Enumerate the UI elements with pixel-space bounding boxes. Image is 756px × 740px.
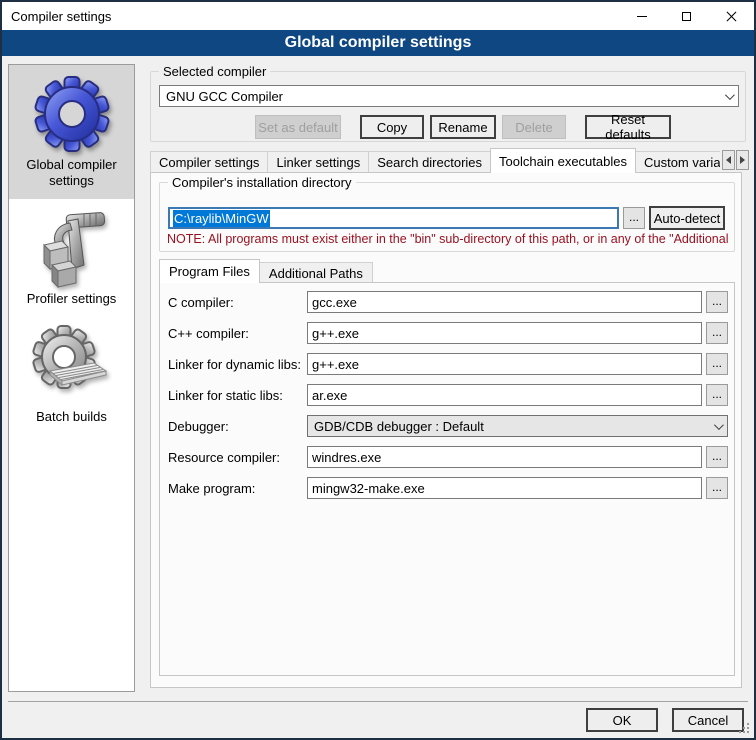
window-title: Compiler settings xyxy=(2,9,619,24)
c-compiler-row: C compiler: ... xyxy=(168,291,728,313)
install-directory-group: Compiler's installation directory C:\ray… xyxy=(159,182,735,252)
title-bar[interactable]: Compiler settings xyxy=(2,2,754,30)
tab-scroll-left-button[interactable] xyxy=(722,150,735,170)
triangle-right-icon xyxy=(740,156,745,164)
static-linker-browse-button[interactable]: ... xyxy=(706,384,728,406)
tab-search-directories[interactable]: Search directories xyxy=(368,151,491,173)
chevron-down-icon xyxy=(714,420,724,430)
set-as-default-button[interactable]: Set as default xyxy=(255,115,341,139)
delete-button[interactable]: Delete xyxy=(502,115,566,139)
resource-compiler-input[interactable] xyxy=(307,446,702,468)
compiler-select[interactable]: GNU GCC Compiler xyxy=(159,85,739,107)
toolchain-executables-page: Compiler's installation directory C:\ray… xyxy=(150,172,742,688)
program-files-page: C compiler: ... C++ compiler: ... Linker… xyxy=(159,282,735,676)
debugger-row: Debugger: GDB/CDB debugger : Default xyxy=(168,415,728,437)
tab-custom-variables[interactable]: Custom variables xyxy=(635,151,720,173)
compiler-settings-dialog: Compiler settings Global compiler settin… xyxy=(0,0,756,740)
make-program-row: Make program: ... xyxy=(168,477,728,499)
reset-defaults-button[interactable]: Reset defaults xyxy=(585,115,671,139)
cancel-button[interactable]: Cancel xyxy=(672,708,744,732)
sidebar-item-label: Batch builds xyxy=(11,409,132,425)
caliper-icon xyxy=(32,207,112,289)
auto-detect-button[interactable]: Auto-detect xyxy=(649,206,725,230)
copy-button[interactable]: Copy xyxy=(360,115,424,139)
close-icon xyxy=(726,11,737,22)
install-directory-input[interactable]: C:\raylib\MinGW xyxy=(168,207,619,229)
static-linker-label: Linker for static libs: xyxy=(168,388,307,403)
subtab-program-files[interactable]: Program Files xyxy=(159,259,260,283)
tab-linker-settings[interactable]: Linker settings xyxy=(267,151,369,173)
sidebar-item-profiler-settings[interactable]: Profiler settings xyxy=(9,199,134,317)
sidebar-item-label: Profiler settings xyxy=(11,291,132,307)
install-directory-group-label: Compiler's installation directory xyxy=(168,175,356,190)
programs-subtabstrip: Program Files Additional Paths xyxy=(159,259,372,283)
dynamic-linker-browse-button[interactable]: ... xyxy=(706,353,728,375)
sidebar-item-batch-builds[interactable]: Batch builds xyxy=(9,317,134,435)
tab-toolchain-executables[interactable]: Toolchain executables xyxy=(490,148,636,173)
caption-buttons xyxy=(619,2,754,30)
static-linker-row: Linker for static libs: ... xyxy=(168,384,728,406)
cpp-compiler-input[interactable] xyxy=(307,322,702,344)
debugger-select-value: GDB/CDB debugger : Default xyxy=(314,419,714,434)
c-compiler-input[interactable] xyxy=(307,291,702,313)
rename-button[interactable]: Rename xyxy=(430,115,496,139)
minimize-button[interactable] xyxy=(619,2,664,30)
settings-category-list: Global compiler settings xyxy=(8,64,135,692)
make-program-label: Make program: xyxy=(168,481,307,496)
c-compiler-browse-button[interactable]: ... xyxy=(706,291,728,313)
resource-compiler-row: Resource compiler: ... xyxy=(168,446,728,468)
selected-compiler-group-label: Selected compiler xyxy=(159,64,270,79)
blue-gear-icon xyxy=(32,73,112,155)
maximize-icon xyxy=(682,12,691,21)
cpp-compiler-row: C++ compiler: ... xyxy=(168,322,728,344)
cpp-compiler-label: C++ compiler: xyxy=(168,326,307,341)
tab-compiler-settings[interactable]: Compiler settings xyxy=(150,151,268,173)
selected-compiler-group: Selected compiler GNU GCC Compiler Set a… xyxy=(150,71,746,142)
static-linker-input[interactable] xyxy=(307,384,702,406)
maximize-button[interactable] xyxy=(664,2,709,30)
install-directory-selected-text: C:\raylib\MinGW xyxy=(173,210,270,227)
resize-grip-icon[interactable] xyxy=(747,723,749,725)
cpp-compiler-browse-button[interactable]: ... xyxy=(706,322,728,344)
compiler-select-value: GNU GCC Compiler xyxy=(166,89,725,104)
settings-tabstrip: Compiler settings Linker settings Search… xyxy=(150,148,720,173)
dynamic-linker-input[interactable] xyxy=(307,353,702,375)
minimize-icon xyxy=(637,16,647,17)
c-compiler-label: C compiler: xyxy=(168,295,307,310)
install-directory-browse-button[interactable]: ... xyxy=(623,207,645,229)
make-program-browse-button[interactable]: ... xyxy=(706,477,728,499)
page-title: Global compiler settings xyxy=(2,30,754,56)
tab-scroll-buttons xyxy=(721,150,749,170)
debugger-label: Debugger: xyxy=(168,419,307,434)
close-button[interactable] xyxy=(709,2,754,30)
ok-button[interactable]: OK xyxy=(586,708,658,732)
dynamic-linker-label: Linker for dynamic libs: xyxy=(168,357,307,372)
make-program-input[interactable] xyxy=(307,477,702,499)
resource-compiler-label: Resource compiler: xyxy=(168,450,307,465)
gray-gear-stack-icon xyxy=(32,325,112,407)
install-directory-note: NOTE: All programs must exist either in … xyxy=(167,232,731,246)
sidebar-item-label: Global compiler settings xyxy=(11,157,132,189)
chevron-down-icon xyxy=(725,90,735,100)
footer-separator xyxy=(8,701,748,702)
triangle-left-icon xyxy=(726,156,731,164)
compiler-buttons-row: Set as default Copy Rename Delete Reset … xyxy=(151,115,745,139)
subtab-additional-paths[interactable]: Additional Paths xyxy=(259,262,373,283)
dynamic-linker-row: Linker for dynamic libs: ... xyxy=(168,353,728,375)
debugger-select[interactable]: GDB/CDB debugger : Default xyxy=(307,415,728,437)
sidebar-item-global-compiler-settings[interactable]: Global compiler settings xyxy=(9,65,134,199)
tab-scroll-right-button[interactable] xyxy=(736,150,749,170)
resource-compiler-browse-button[interactable]: ... xyxy=(706,446,728,468)
